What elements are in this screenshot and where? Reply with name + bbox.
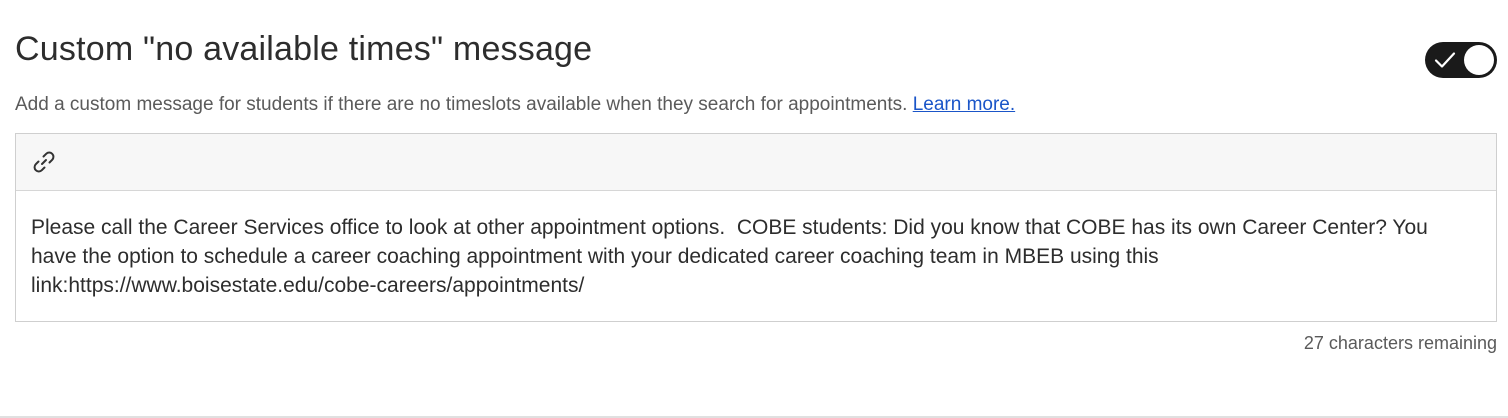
custom-message-toggle[interactable]: [1425, 42, 1497, 78]
message-text[interactable]: Please call the Career Services office t…: [31, 213, 1471, 300]
section-title: Custom "no available times" message: [15, 30, 593, 68]
insert-link-button[interactable]: [30, 148, 58, 176]
learn-more-link[interactable]: Learn more.: [913, 94, 1015, 115]
description-text: Add a custom message for students if the…: [15, 94, 908, 115]
custom-message-section: Custom "no available times" message Add …: [0, 0, 1508, 418]
editor-toolbar: [16, 134, 1496, 191]
link-icon: [33, 151, 55, 173]
message-editor[interactable]: Please call the Career Services office t…: [15, 133, 1497, 322]
section-description: Add a custom message for students if the…: [15, 93, 1015, 117]
characters-remaining: 27 characters remaining: [1303, 333, 1497, 353]
check-icon: [1434, 52, 1456, 68]
toggle-knob: [1464, 45, 1494, 75]
